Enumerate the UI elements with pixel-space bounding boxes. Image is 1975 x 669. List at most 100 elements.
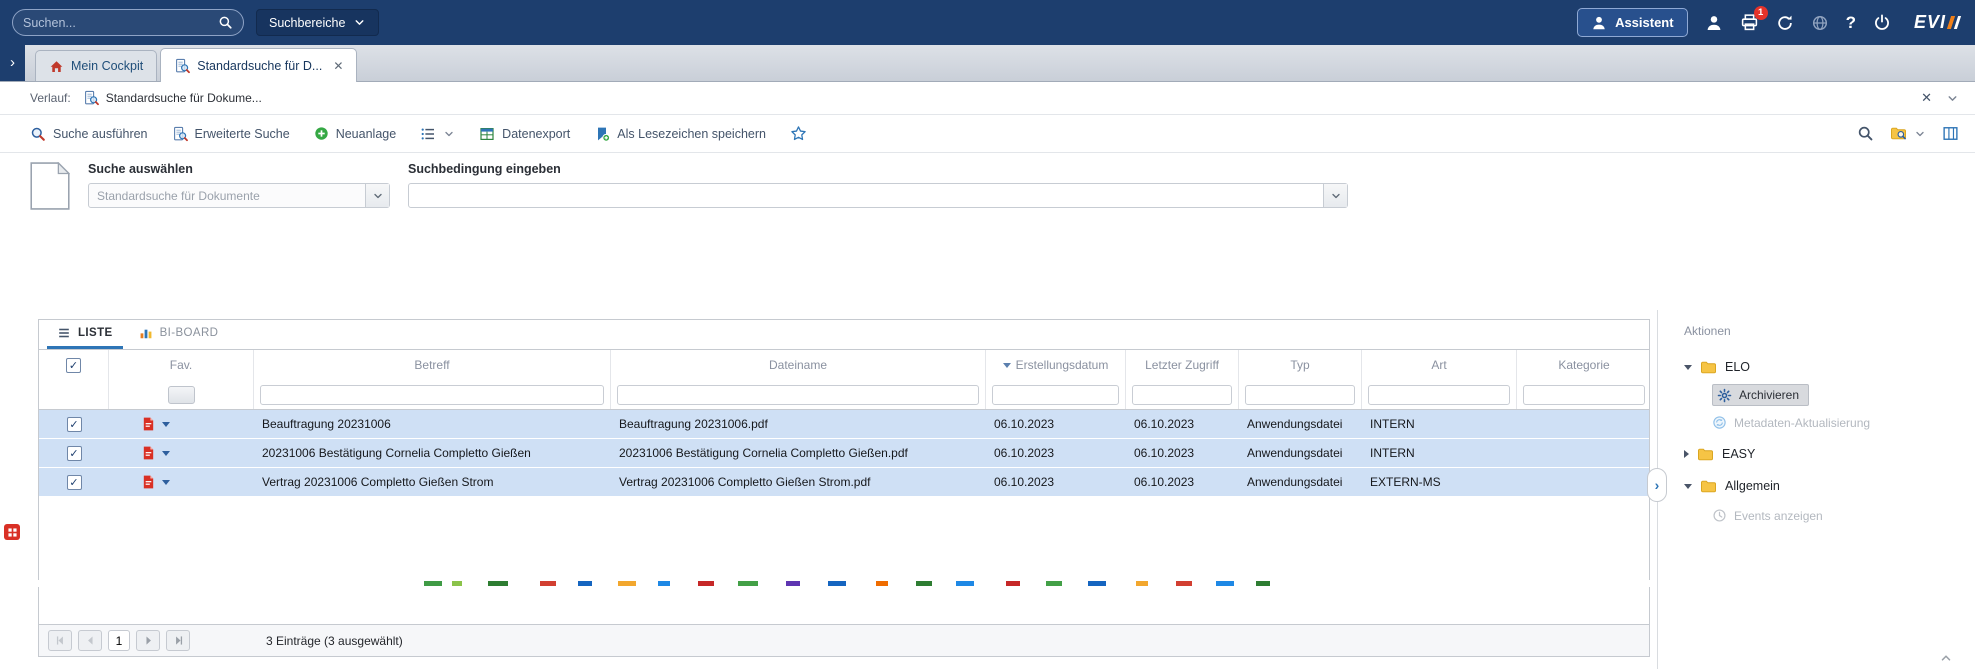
collapse-actions-button[interactable]: › <box>1647 468 1667 502</box>
tab-standardsuche[interactable]: Standardsuche für D... ✕ <box>160 48 357 82</box>
tree-folder-elo[interactable]: ELO <box>1684 354 1975 380</box>
scroll-up-button[interactable] <box>1939 650 1953 665</box>
logo-accent-icon <box>1954 16 1961 29</box>
table-row[interactable]: 20231006 Bestätigung Cornelia Completto … <box>39 439 1649 468</box>
strip-segment <box>956 581 974 586</box>
global-search[interactable] <box>12 9 244 36</box>
history-item[interactable]: Standardsuche für Dokume... <box>83 90 262 106</box>
cell-dateiname: Beauftragung 20231006.pdf <box>611 417 986 431</box>
search-scopes-button[interactable]: Suchbereiche <box>256 9 379 36</box>
folder-search-button[interactable] <box>1890 125 1926 142</box>
view-options-button[interactable] <box>420 126 455 142</box>
prev-page-button <box>78 630 102 651</box>
print-button[interactable]: 1 <box>1740 13 1759 32</box>
tab-liste[interactable]: LISTE <box>47 320 123 349</box>
chevron-up-icon <box>1939 651 1953 665</box>
tab-liste-label: LISTE <box>78 327 113 339</box>
chevron-down-icon <box>353 16 366 29</box>
strip-segment <box>916 581 932 586</box>
column-header-typ[interactable]: Typ <box>1239 350 1362 380</box>
user-button[interactable] <box>1705 14 1723 32</box>
row-checkbox[interactable] <box>67 417 82 432</box>
filter-input-art[interactable] <box>1368 385 1510 405</box>
notification-badge: 1 <box>1754 6 1768 20</box>
table-row[interactable]: Beauftragung 20231006 Beauftragung 20231… <box>39 410 1649 439</box>
grid-view-tabs: LISTE BI-BOARD <box>39 320 1649 350</box>
search-scopes-label: Suchbereiche <box>269 16 345 30</box>
action-archivieren[interactable]: Archivieren <box>1712 384 1809 406</box>
strip-segment <box>578 581 592 586</box>
tab-label: Mein Cockpit <box>71 59 143 73</box>
actions-tree: ELO Archivieren Metadaten-Aktualisierung <box>1684 354 1975 528</box>
row-checkbox[interactable] <box>67 475 82 490</box>
column-header-dateiname[interactable]: Dateiname <box>611 350 986 380</box>
toolbar-row: Suche ausführen Erweiterte Suche Neuanla… <box>0 115 1975 153</box>
redo-button[interactable] <box>1776 14 1794 32</box>
filter-input-betreff[interactable] <box>260 385 604 405</box>
global-search-input[interactable] <box>23 16 210 30</box>
column-header-letzter-zugriff[interactable]: Letzter Zugriff <box>1126 350 1239 380</box>
filter-input-kategorie[interactable] <box>1523 385 1645 405</box>
new-entry-button[interactable]: Neuanlage <box>314 126 396 141</box>
search-icon[interactable] <box>218 15 233 30</box>
alert-icon[interactable] <box>4 524 20 540</box>
filter-input-erstellungsdatum[interactable] <box>992 385 1119 405</box>
select-all-checkbox[interactable] <box>66 358 81 373</box>
expand-caret-icon <box>1684 484 1692 489</box>
tree-folder-easy[interactable]: EASY <box>1684 441 1975 467</box>
combo-dropdown-button[interactable] <box>1323 184 1347 207</box>
chevron-down-icon <box>372 190 384 202</box>
logout-button[interactable] <box>1873 14 1891 32</box>
column-header-erstellungsdatum[interactable]: Erstellungsdatum <box>986 350 1126 380</box>
assistant-button[interactable]: Assistent <box>1577 8 1688 37</box>
filter-input-letzter-zugriff[interactable] <box>1132 385 1232 405</box>
language-button[interactable] <box>1811 14 1829 32</box>
cell-art: EXTERN-MS <box>1362 475 1517 489</box>
document-page-icon <box>30 162 70 210</box>
layout-columns-icon[interactable] <box>1942 125 1959 142</box>
data-export-button[interactable]: Datenexport <box>479 126 570 142</box>
cell-typ: Anwendungsdatei <box>1239 417 1362 431</box>
advanced-search-button[interactable]: Erweiterte Suche <box>172 126 290 142</box>
content-area: Verlauf: Standardsuche für Dokume... ✕ S… <box>0 82 1975 587</box>
close-icon[interactable]: ✕ <box>1921 90 1932 106</box>
search-select-combo: Standardsuche für Dokumente <box>88 183 390 208</box>
tab-bi-board[interactable]: BI-BOARD <box>129 320 229 349</box>
filter-input-dateiname[interactable] <box>617 385 979 405</box>
row-checkbox[interactable] <box>67 446 82 461</box>
user-icon <box>1705 14 1723 32</box>
row-dropdown-icon[interactable] <box>162 451 170 456</box>
tab-mein-cockpit[interactable]: Mein Cockpit <box>35 50 157 81</box>
page-number-input[interactable] <box>108 630 130 651</box>
action-metadaten-aktualisierung: Metadaten-Aktualisierung <box>1712 410 1975 435</box>
tree-folder-label: EASY <box>1722 447 1755 461</box>
sidebar-expand-button[interactable]: › <box>0 44 25 81</box>
favorite-star-icon[interactable] <box>790 125 807 142</box>
tab-close-icon[interactable]: ✕ <box>333 59 343 73</box>
column-header-betreff[interactable]: Betreff <box>254 350 611 380</box>
logo-text: EVI <box>1914 12 1946 33</box>
strip-segment <box>1046 581 1062 586</box>
row-dropdown-icon[interactable] <box>162 480 170 485</box>
strip-segment <box>1006 581 1020 586</box>
search-settings-icon[interactable] <box>1857 125 1874 142</box>
folder-icon <box>1700 359 1717 376</box>
search-condition-input[interactable] <box>409 184 1323 207</box>
data-export-label: Datenexport <box>502 127 570 141</box>
run-search-button[interactable]: Suche ausführen <box>30 126 148 142</box>
save-bookmark-button[interactable]: Als Lesezeichen speichern <box>594 126 766 142</box>
column-header-kategorie[interactable]: Kategorie <box>1517 350 1651 380</box>
fav-filter-button[interactable] <box>168 386 195 404</box>
folder-icon <box>1697 446 1714 463</box>
search-condition-combo[interactable] <box>408 183 1348 208</box>
chevron-down-icon[interactable] <box>1946 92 1959 105</box>
tree-folder-allgemein[interactable]: Allgemein <box>1684 473 1975 499</box>
table-row[interactable]: Vertrag 20231006 Completto Gießen Strom … <box>39 468 1649 497</box>
filter-input-typ[interactable] <box>1245 385 1355 405</box>
row-dropdown-icon[interactable] <box>162 422 170 427</box>
action-label: Events anzeigen <box>1734 509 1823 523</box>
gear-icon <box>1717 388 1732 403</box>
column-header-art[interactable]: Art <box>1362 350 1517 380</box>
column-header-fav[interactable]: Fav. <box>109 350 254 380</box>
help-button[interactable]: ? <box>1846 13 1856 33</box>
